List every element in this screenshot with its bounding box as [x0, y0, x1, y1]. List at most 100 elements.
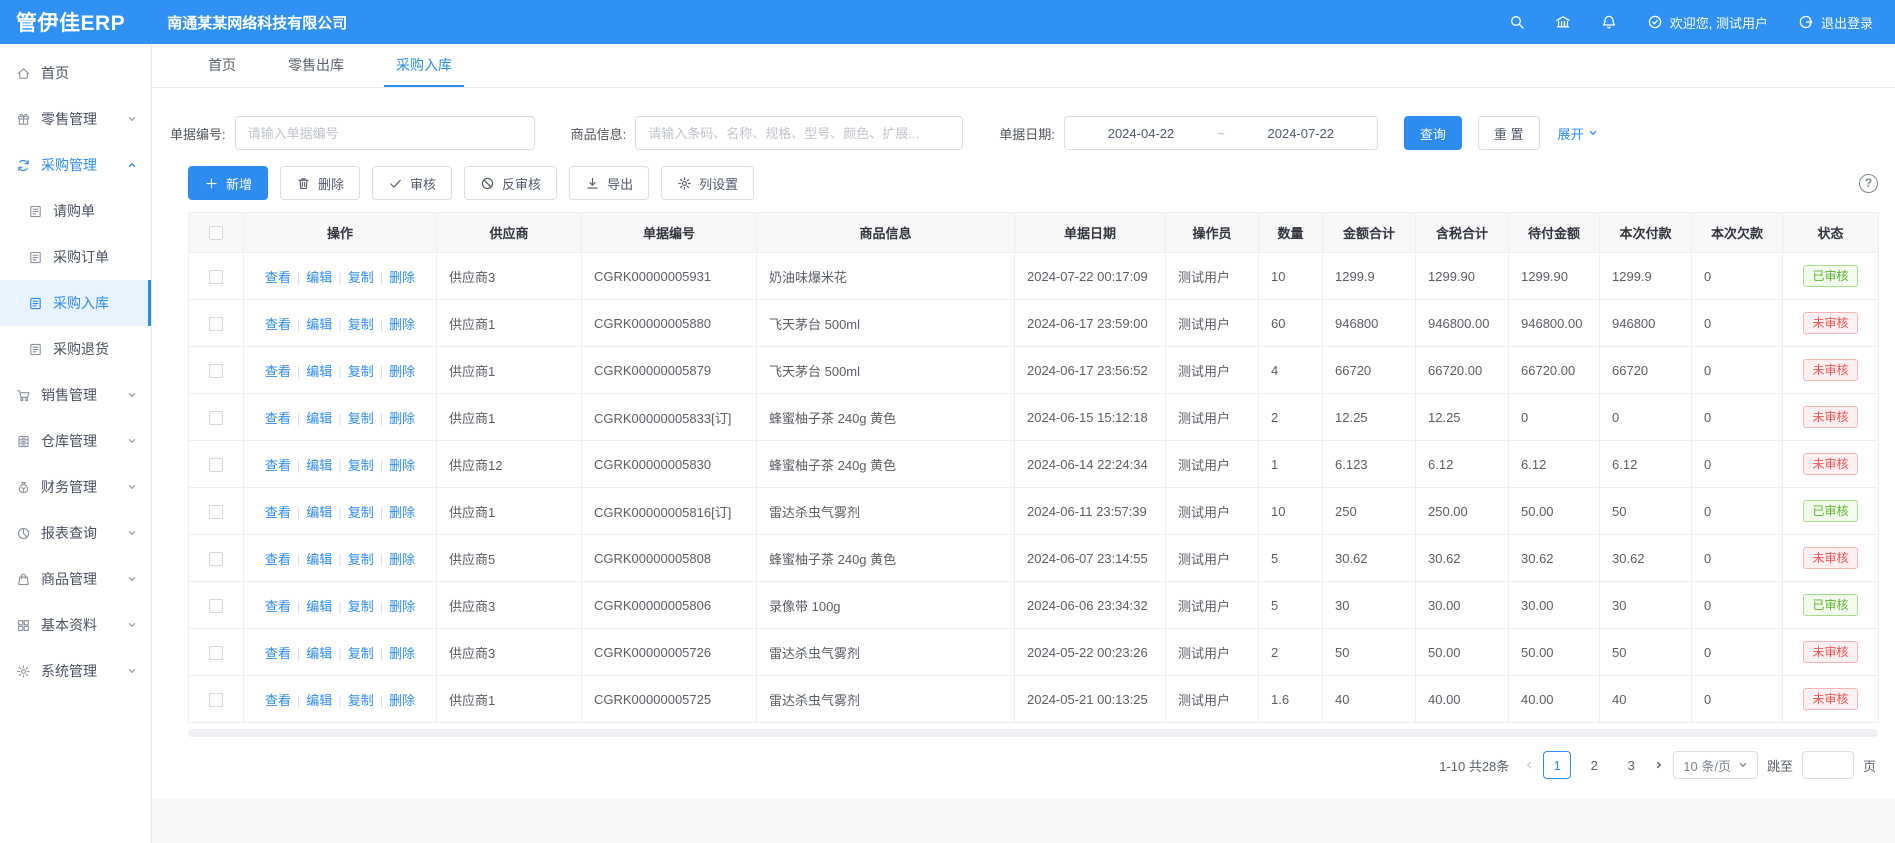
copy-link[interactable]: 复制 — [348, 411, 374, 426]
reset-button[interactable]: 重 置 — [1478, 116, 1540, 150]
row-checkbox[interactable] — [209, 599, 223, 613]
edit-link[interactable]: 编辑 — [306, 270, 332, 285]
sidebar-item-system[interactable]: 系统管理 — [0, 648, 151, 694]
row-checkbox[interactable] — [209, 411, 223, 425]
delete-button[interactable]: 删除 — [280, 166, 360, 200]
view-link[interactable]: 查看 — [265, 411, 291, 426]
copy-link[interactable]: 复制 — [348, 646, 374, 661]
jump-page-input[interactable] — [1802, 751, 1854, 779]
copy-link[interactable]: 复制 — [348, 552, 374, 567]
date-to-value[interactable]: 2024-07-22 — [1268, 126, 1335, 141]
delete-link[interactable]: 删除 — [389, 411, 415, 426]
bill-no-cell: CGRK00000005879 — [582, 347, 757, 394]
tab-retail-outbound[interactable]: 零售出库 — [276, 44, 356, 87]
row-checkbox[interactable] — [209, 693, 223, 707]
copy-link[interactable]: 复制 — [348, 458, 374, 473]
page-button-2[interactable]: 2 — [1580, 751, 1608, 779]
tab-purchase-inbound[interactable]: 采购入库 — [384, 44, 464, 87]
view-link[interactable]: 查看 — [265, 458, 291, 473]
row-checkbox[interactable] — [209, 317, 223, 331]
delete-link[interactable]: 删除 — [389, 458, 415, 473]
copy-link[interactable]: 复制 — [348, 505, 374, 520]
copy-link[interactable]: 复制 — [348, 270, 374, 285]
sidebar-item-finance[interactable]: 财务管理 — [0, 464, 151, 510]
edit-link[interactable]: 编辑 — [306, 505, 332, 520]
sidebar-item-goods[interactable]: 商品管理 — [0, 556, 151, 602]
view-link[interactable]: 查看 — [265, 317, 291, 332]
edit-link[interactable]: 编辑 — [306, 599, 332, 614]
sidebar-item-purchase-order[interactable]: 采购订单 — [0, 234, 151, 280]
view-link[interactable]: 查看 — [265, 552, 291, 567]
product-info-input[interactable] — [635, 116, 963, 150]
sidebar-item-retail[interactable]: 零售管理 — [0, 96, 151, 142]
copy-link[interactable]: 复制 — [348, 599, 374, 614]
horizontal-scrollbar[interactable] — [188, 729, 1878, 737]
product-cell: 蜂蜜柚子茶 240g 黄色 — [757, 394, 1015, 441]
row-checkbox[interactable] — [209, 364, 223, 378]
view-link[interactable]: 查看 — [265, 364, 291, 379]
app-logo[interactable]: 管伊佳ERP — [16, 7, 125, 37]
delete-link[interactable]: 删除 — [389, 270, 415, 285]
sidebar-item-purchase-request[interactable]: 请购单 — [0, 188, 151, 234]
edit-link[interactable]: 编辑 — [306, 364, 332, 379]
view-link[interactable]: 查看 — [265, 505, 291, 520]
date-range-picker[interactable]: 2024-04-22 ~ 2024-07-22 — [1064, 116, 1378, 150]
next-page-button[interactable] — [1654, 760, 1664, 770]
unaudit-button[interactable]: 反审核 — [464, 166, 557, 200]
row-checkbox[interactable] — [209, 270, 223, 284]
row-checkbox[interactable] — [209, 552, 223, 566]
search-icon[interactable] — [1509, 14, 1525, 30]
column-settings-button[interactable]: 列设置 — [661, 166, 754, 200]
logout-button[interactable]: 退出登录 — [1798, 13, 1873, 32]
delete-link[interactable]: 删除 — [389, 599, 415, 614]
edit-link[interactable]: 编辑 — [306, 458, 332, 473]
page-size-select[interactable]: 10 条/页 — [1673, 751, 1758, 779]
bell-icon[interactable] — [1601, 14, 1617, 30]
sidebar-item-warehouse[interactable]: 仓库管理 — [0, 418, 151, 464]
copy-link[interactable]: 复制 — [348, 693, 374, 708]
view-link[interactable]: 查看 — [265, 270, 291, 285]
help-icon[interactable]: ? — [1859, 174, 1878, 193]
edit-link[interactable]: 编辑 — [306, 411, 332, 426]
sidebar-item-purchase[interactable]: 采购管理 — [0, 142, 151, 188]
delete-link[interactable]: 删除 — [389, 693, 415, 708]
audit-button[interactable]: 审核 — [372, 166, 452, 200]
edit-link[interactable]: 编辑 — [306, 317, 332, 332]
edit-link[interactable]: 编辑 — [306, 552, 332, 567]
sidebar-item-home[interactable]: 首页 — [0, 50, 151, 96]
expand-filters-link[interactable]: 展开 — [1558, 124, 1598, 143]
paid-cell: 50 — [1600, 488, 1692, 535]
row-checkbox[interactable] — [209, 505, 223, 519]
add-button[interactable]: 新增 — [188, 166, 268, 200]
delete-link[interactable]: 删除 — [389, 646, 415, 661]
sidebar-item-sales[interactable]: 销售管理 — [0, 372, 151, 418]
search-button[interactable]: 查询 — [1404, 116, 1462, 150]
edit-link[interactable]: 编辑 — [306, 646, 332, 661]
delete-link[interactable]: 删除 — [389, 505, 415, 520]
page-button-3[interactable]: 3 — [1617, 751, 1645, 779]
delete-link[interactable]: 删除 — [389, 364, 415, 379]
sidebar-item-basic-data[interactable]: 基本资料 — [0, 602, 151, 648]
prev-page-button[interactable] — [1524, 760, 1534, 770]
sidebar-item-purchase-return[interactable]: 采购退货 — [0, 326, 151, 372]
edit-link[interactable]: 编辑 — [306, 693, 332, 708]
date-from-value[interactable]: 2024-04-22 — [1108, 126, 1175, 141]
sidebar-item-purchase-inbound[interactable]: 采购入库 — [0, 280, 151, 326]
copy-link[interactable]: 复制 — [348, 317, 374, 332]
view-link[interactable]: 查看 — [265, 646, 291, 661]
view-link[interactable]: 查看 — [265, 599, 291, 614]
delete-link[interactable]: 删除 — [389, 552, 415, 567]
row-checkbox[interactable] — [209, 458, 223, 472]
view-link[interactable]: 查看 — [265, 693, 291, 708]
bank-icon[interactable] — [1555, 14, 1571, 30]
export-button[interactable]: 导出 — [569, 166, 649, 200]
delete-link[interactable]: 删除 — [389, 317, 415, 332]
copy-link[interactable]: 复制 — [348, 364, 374, 379]
select-all-checkbox[interactable] — [209, 226, 223, 240]
tab-home[interactable]: 首页 — [196, 44, 248, 87]
row-checkbox[interactable] — [209, 646, 223, 660]
bill-no-input[interactable] — [235, 116, 535, 150]
welcome-user[interactable]: 欢迎您, 测试用户 — [1647, 13, 1768, 32]
page-button-1[interactable]: 1 — [1543, 751, 1571, 779]
sidebar-item-reports[interactable]: 报表查询 — [0, 510, 151, 556]
